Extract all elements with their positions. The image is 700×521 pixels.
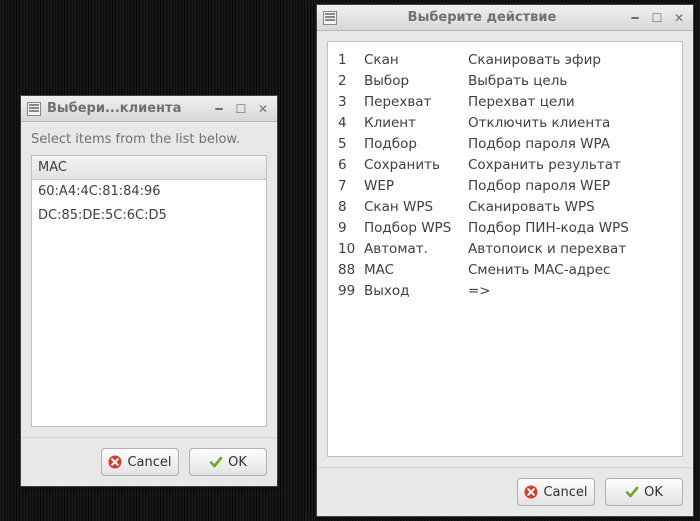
cancel-button[interactable]: Cancel — [101, 448, 179, 476]
ok-icon — [625, 485, 639, 499]
action-number: 5 — [338, 134, 364, 155]
list-item[interactable]: DC:85:DE:5C:6C:D5 — [32, 204, 266, 228]
select-client-window: Выбери...клиента ━ ☐ ✕ Select items from… — [20, 95, 278, 487]
action-desc: Отключить клиента — [468, 113, 672, 134]
action-desc: Подбор пароля WEP — [468, 176, 672, 197]
cancel-button[interactable]: Cancel — [517, 478, 595, 506]
cancel-icon — [524, 485, 538, 499]
action-number: 2 — [338, 71, 364, 92]
action-desc: Сканировать WPS — [468, 197, 672, 218]
dialog-buttons: Cancel OK — [317, 467, 693, 516]
ok-label: OK — [644, 485, 663, 500]
action-row[interactable]: 5ПодборПодбор пароля WPA — [338, 134, 672, 155]
maximize-button[interactable]: ☐ — [233, 101, 249, 117]
action-number: 1 — [338, 50, 364, 71]
window-body: 1СканСканировать эфир2ВыборВыбрать цель3… — [317, 31, 693, 467]
titlebar[interactable]: Выбери...клиента ━ ☐ ✕ — [21, 96, 277, 122]
minimize-button[interactable]: ━ — [627, 10, 643, 26]
action-name: Скан WPS — [364, 197, 468, 218]
ok-button[interactable]: OK — [605, 478, 683, 506]
cancel-label: Cancel — [127, 455, 171, 470]
action-row[interactable]: 88MACСменить MAC-адрес — [338, 260, 672, 281]
action-name: Скан — [364, 50, 468, 71]
maximize-button[interactable]: ☐ — [649, 10, 665, 26]
action-number: 10 — [338, 239, 364, 260]
action-name: Перехват — [364, 92, 468, 113]
action-desc: Выбрать цель — [468, 71, 672, 92]
action-desc: Перехват цели — [468, 92, 672, 113]
action-number: 7 — [338, 176, 364, 197]
action-desc: Подбор ПИН-кода WPS — [468, 218, 672, 239]
action-desc: Сменить MAC-адрес — [468, 260, 672, 281]
instruction-text: Select items from the list below. — [31, 132, 267, 147]
action-name: Автомат. — [364, 239, 468, 260]
action-list[interactable]: 1СканСканировать эфир2ВыборВыбрать цель3… — [327, 41, 683, 457]
dialog-buttons: Cancel OK — [21, 437, 277, 486]
ok-button[interactable]: OK — [189, 448, 267, 476]
action-number: 9 — [338, 218, 364, 239]
action-name: Подбор WPS — [364, 218, 468, 239]
action-desc: Подбор пароля WPA — [468, 134, 672, 155]
action-name: Сохранить — [364, 155, 468, 176]
list-header-mac[interactable]: MAC — [32, 156, 266, 180]
cancel-label: Cancel — [543, 485, 587, 500]
minimize-button[interactable]: ━ — [211, 101, 227, 117]
close-button[interactable]: ✕ — [255, 101, 271, 117]
close-button[interactable]: ✕ — [671, 10, 687, 26]
action-row[interactable]: 2ВыборВыбрать цель — [338, 71, 672, 92]
action-number: 8 — [338, 197, 364, 218]
action-row[interactable]: 9Подбор WPSПодбор ПИН-кода WPS — [338, 218, 672, 239]
action-row[interactable]: 6СохранитьСохранить результат — [338, 155, 672, 176]
ok-icon — [209, 455, 223, 469]
cancel-icon — [108, 455, 122, 469]
action-desc: Сканировать эфир — [468, 50, 672, 71]
action-number: 3 — [338, 92, 364, 113]
action-number: 4 — [338, 113, 364, 134]
titlebar[interactable]: Выберите действие ━ ☐ ✕ — [317, 5, 693, 31]
window-menu-icon[interactable] — [27, 102, 41, 116]
window-title: Выбери...клиента — [47, 101, 205, 116]
action-row[interactable]: 7WEPПодбор пароля WEP — [338, 176, 672, 197]
action-row[interactable]: 1СканСканировать эфир — [338, 50, 672, 71]
action-name: Подбор — [364, 134, 468, 155]
window-title: Выберите действие — [343, 10, 621, 25]
action-desc: Автопоиск и перехват — [468, 239, 672, 260]
select-action-window: Выберите действие ━ ☐ ✕ 1СканСканировать… — [316, 4, 694, 517]
action-number: 99 — [338, 281, 364, 302]
action-row[interactable]: 10Автомат.Автопоиск и перехват — [338, 239, 672, 260]
action-name: Выход — [364, 281, 468, 302]
action-name: Выбор — [364, 71, 468, 92]
action-desc: Сохранить результат — [468, 155, 672, 176]
action-name: Клиент — [364, 113, 468, 134]
action-row[interactable]: 8Скан WPSСканировать WPS — [338, 197, 672, 218]
list-item[interactable]: 60:A4:4C:81:84:96 — [32, 180, 266, 204]
window-body: Select items from the list below. MAC 60… — [21, 122, 277, 437]
action-row[interactable]: 99Выход=> — [338, 281, 672, 302]
action-name: WEP — [364, 176, 468, 197]
action-row[interactable]: 4КлиентОтключить клиента — [338, 113, 672, 134]
action-row[interactable]: 3ПерехватПерехват цели — [338, 92, 672, 113]
window-menu-icon[interactable] — [323, 11, 337, 25]
action-number: 6 — [338, 155, 364, 176]
ok-label: OK — [228, 455, 247, 470]
action-number: 88 — [338, 260, 364, 281]
action-name: MAC — [364, 260, 468, 281]
action-desc: => — [468, 281, 672, 302]
mac-listbox[interactable]: MAC 60:A4:4C:81:84:96DC:85:DE:5C:6C:D5 — [31, 155, 267, 427]
